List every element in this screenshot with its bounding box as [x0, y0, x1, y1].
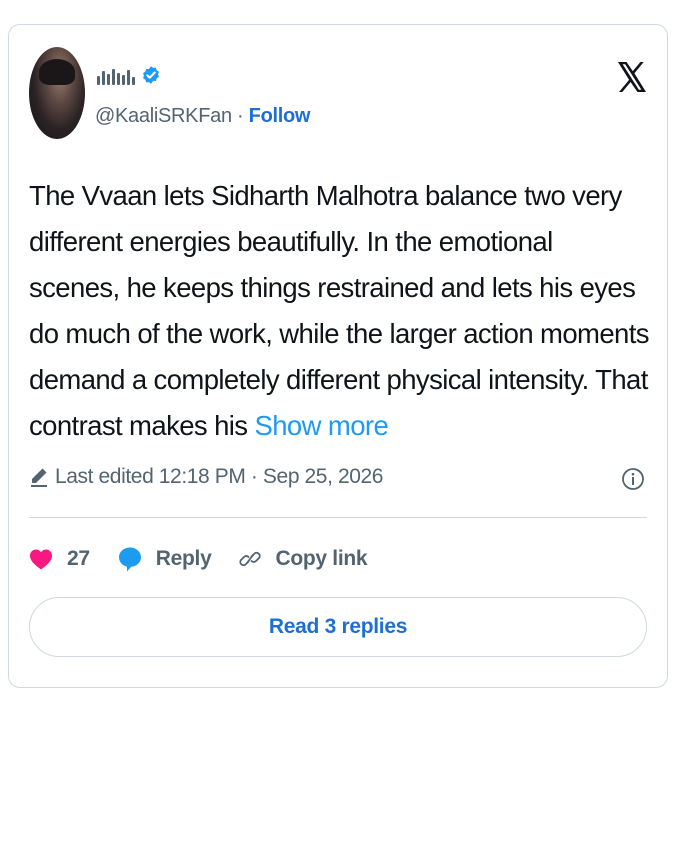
follow-button[interactable]: Follow	[249, 105, 311, 127]
read-replies-button[interactable]: Read 3 replies	[29, 597, 647, 657]
reply-label: Reply	[155, 547, 212, 570]
info-icon[interactable]	[621, 467, 645, 491]
heart-icon	[30, 549, 52, 570]
read-replies-label: Read 3 replies	[268, 615, 408, 638]
embedded-tweet-card: @KaaliSRKFan · Follow The Vvaan lets Sid…	[8, 24, 668, 688]
link-icon	[239, 551, 262, 567]
copy-link-button[interactable]: Copy link	[239, 547, 368, 571]
show-more-link[interactable]: Show more	[255, 410, 389, 441]
edited-timestamp-row[interactable]: Last edited 12:18 PM · Sep 25, 2026	[29, 465, 383, 489]
verified-badge-icon	[143, 66, 159, 84]
pencil-icon	[31, 468, 47, 487]
divider	[29, 517, 647, 518]
handle-separator: ·	[237, 105, 244, 127]
handle-row: @KaaliSRKFan · Follow	[95, 105, 311, 128]
reply-button[interactable]: Reply	[118, 546, 212, 572]
like-count: 27	[67, 547, 90, 570]
reply-bubble-icon	[118, 547, 141, 572]
like-button[interactable]: 27	[29, 547, 90, 571]
display-name-row	[97, 61, 161, 89]
avatar[interactable]	[29, 47, 85, 139]
tweet-body: The Vvaan lets Sidharth Malhotra balance…	[29, 180, 650, 441]
copy-link-label: Copy link	[275, 547, 368, 570]
x-logo-icon[interactable]	[617, 61, 647, 93]
action-bar: 27 Reply Copy link	[29, 543, 395, 575]
tweet-text: The Vvaan lets Sidharth Malhotra balance…	[29, 173, 650, 449]
edited-timestamp: Last edited 12:18 PM · Sep 25, 2026	[55, 465, 384, 488]
author-handle[interactable]: @KaaliSRKFan	[95, 105, 232, 127]
display-name-glyphs[interactable]	[97, 65, 135, 85]
